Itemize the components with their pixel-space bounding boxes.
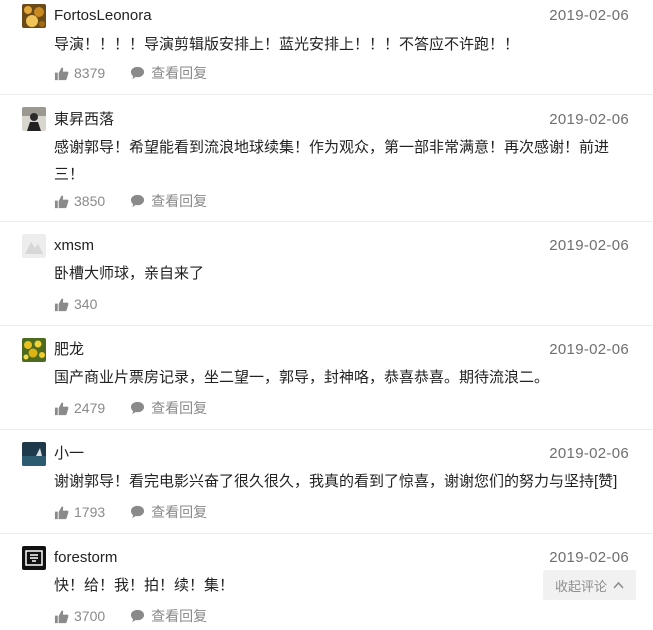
avatar[interactable] [22,4,46,28]
avatar[interactable] [22,546,46,570]
speech-bubble-icon [131,401,145,415]
like-count: 3700 [74,608,106,624]
like-count: 3850 [74,193,106,209]
avatar[interactable] [22,107,46,131]
thumbs-up-icon [54,297,69,311]
comment-text: 谢谢郭导！看完电影兴奋了很久很久，我真的看到了惊喜，谢谢您们的努力与坚持[赞] [54,473,618,490]
comment-item: 小一 2019-02-06 谢谢郭导！看完电影兴奋了很久很久，我真的看到了惊喜，… [0,430,653,534]
view-replies-link[interactable]: 查看回复 [130,63,207,83]
view-replies-label: 查看回复 [151,193,208,209]
comment-date: 2019-02-06 [549,237,629,254]
like-count: 1793 [74,504,106,520]
thumbs-up-icon [54,505,69,519]
username[interactable]: 肥龙 [54,340,84,360]
view-replies-label: 查看回复 [151,400,208,416]
comment-text: 感谢郭导！希望能看到流浪地球续集！作为观众，第一部非常满意！再次感谢！前进三！ [54,139,610,183]
comment-actions: 3850 查看回复 [54,191,207,211]
comment-actions: 8379 查看回复 [54,63,207,83]
username[interactable]: 小一 [54,444,84,464]
like-count: 8379 [74,65,106,81]
speech-bubble-icon [131,609,145,623]
thumbs-up-icon [54,401,69,415]
like-button[interactable]: 2479 [54,400,105,416]
thumbs-up-icon [54,609,69,623]
comment-date: 2019-02-06 [549,445,629,462]
view-replies-label: 查看回复 [151,608,208,624]
comment-item: 東昇西落 2019-02-06 感谢郭导！希望能看到流浪地球续集！作为观众，第一… [0,95,653,222]
like-button[interactable]: 3700 [54,608,105,624]
comment-actions: 2479 查看回复 [54,398,207,418]
comment-text: 卧槽大师球，亲自来了 [54,265,205,282]
comment-list: FortosLeonora 2019-02-06 导演！！！！导演剪辑版安排上！… [0,0,653,630]
like-count: 2479 [74,400,106,416]
speech-bubble-icon [131,194,145,208]
like-button[interactable]: 3850 [54,193,105,209]
like-button[interactable]: 340 [54,296,97,312]
collapse-comments-label: 收起评论 [554,578,607,594]
comment-date: 2019-02-06 [549,111,629,128]
avatar[interactable] [22,442,46,466]
view-replies-link[interactable]: 查看回复 [130,398,207,418]
thumbs-up-icon [54,194,69,208]
username[interactable]: 東昇西落 [54,110,114,130]
comment-item: xmsm 2019-02-06 卧槽大师球，亲自来了 340 [0,222,653,326]
view-replies-link[interactable]: 查看回复 [130,606,207,626]
view-replies-link[interactable]: 查看回复 [130,502,207,522]
avatar[interactable] [22,234,46,258]
comment-actions: 340 [54,294,97,314]
comment-date: 2019-02-06 [549,341,629,358]
speech-bubble-icon [131,66,145,80]
username[interactable]: forestorm [54,548,117,568]
view-replies-link[interactable]: 查看回复 [130,191,207,211]
comment-text: 国产商业片票房记录，坐二望一，郭导，封神咯，恭喜恭喜。期待流浪二。 [54,369,550,386]
like-button[interactable]: 8379 [54,65,105,81]
comment-text: 快！给！我！拍！续！集！ [54,577,235,594]
comment-date: 2019-02-06 [549,549,629,566]
comment-actions: 1793 查看回复 [54,502,207,522]
username[interactable]: FortosLeonora [54,6,152,26]
like-count: 340 [74,296,98,312]
comment-text: 导演！！！！导演剪辑版安排上！蓝光安排上！！！不答应不许跑！！ [54,36,520,53]
comment-item: 肥龙 2019-02-06 国产商业片票房记录，坐二望一，郭导，封神咯，恭喜恭喜… [0,326,653,430]
chevron-up-icon [613,581,624,589]
like-button[interactable]: 1793 [54,504,105,520]
speech-bubble-icon [131,505,145,519]
username[interactable]: xmsm [54,236,94,256]
thumbs-up-icon [54,66,69,80]
avatar[interactable] [22,338,46,362]
comment-date: 2019-02-06 [549,7,629,24]
comment-actions: 3700 查看回复 [54,606,207,626]
view-replies-label: 查看回复 [151,65,208,81]
collapse-comments-button[interactable]: 收起评论 [543,570,636,600]
view-replies-label: 查看回复 [151,504,208,520]
comment-item: FortosLeonora 2019-02-06 导演！！！！导演剪辑版安排上！… [0,0,653,95]
